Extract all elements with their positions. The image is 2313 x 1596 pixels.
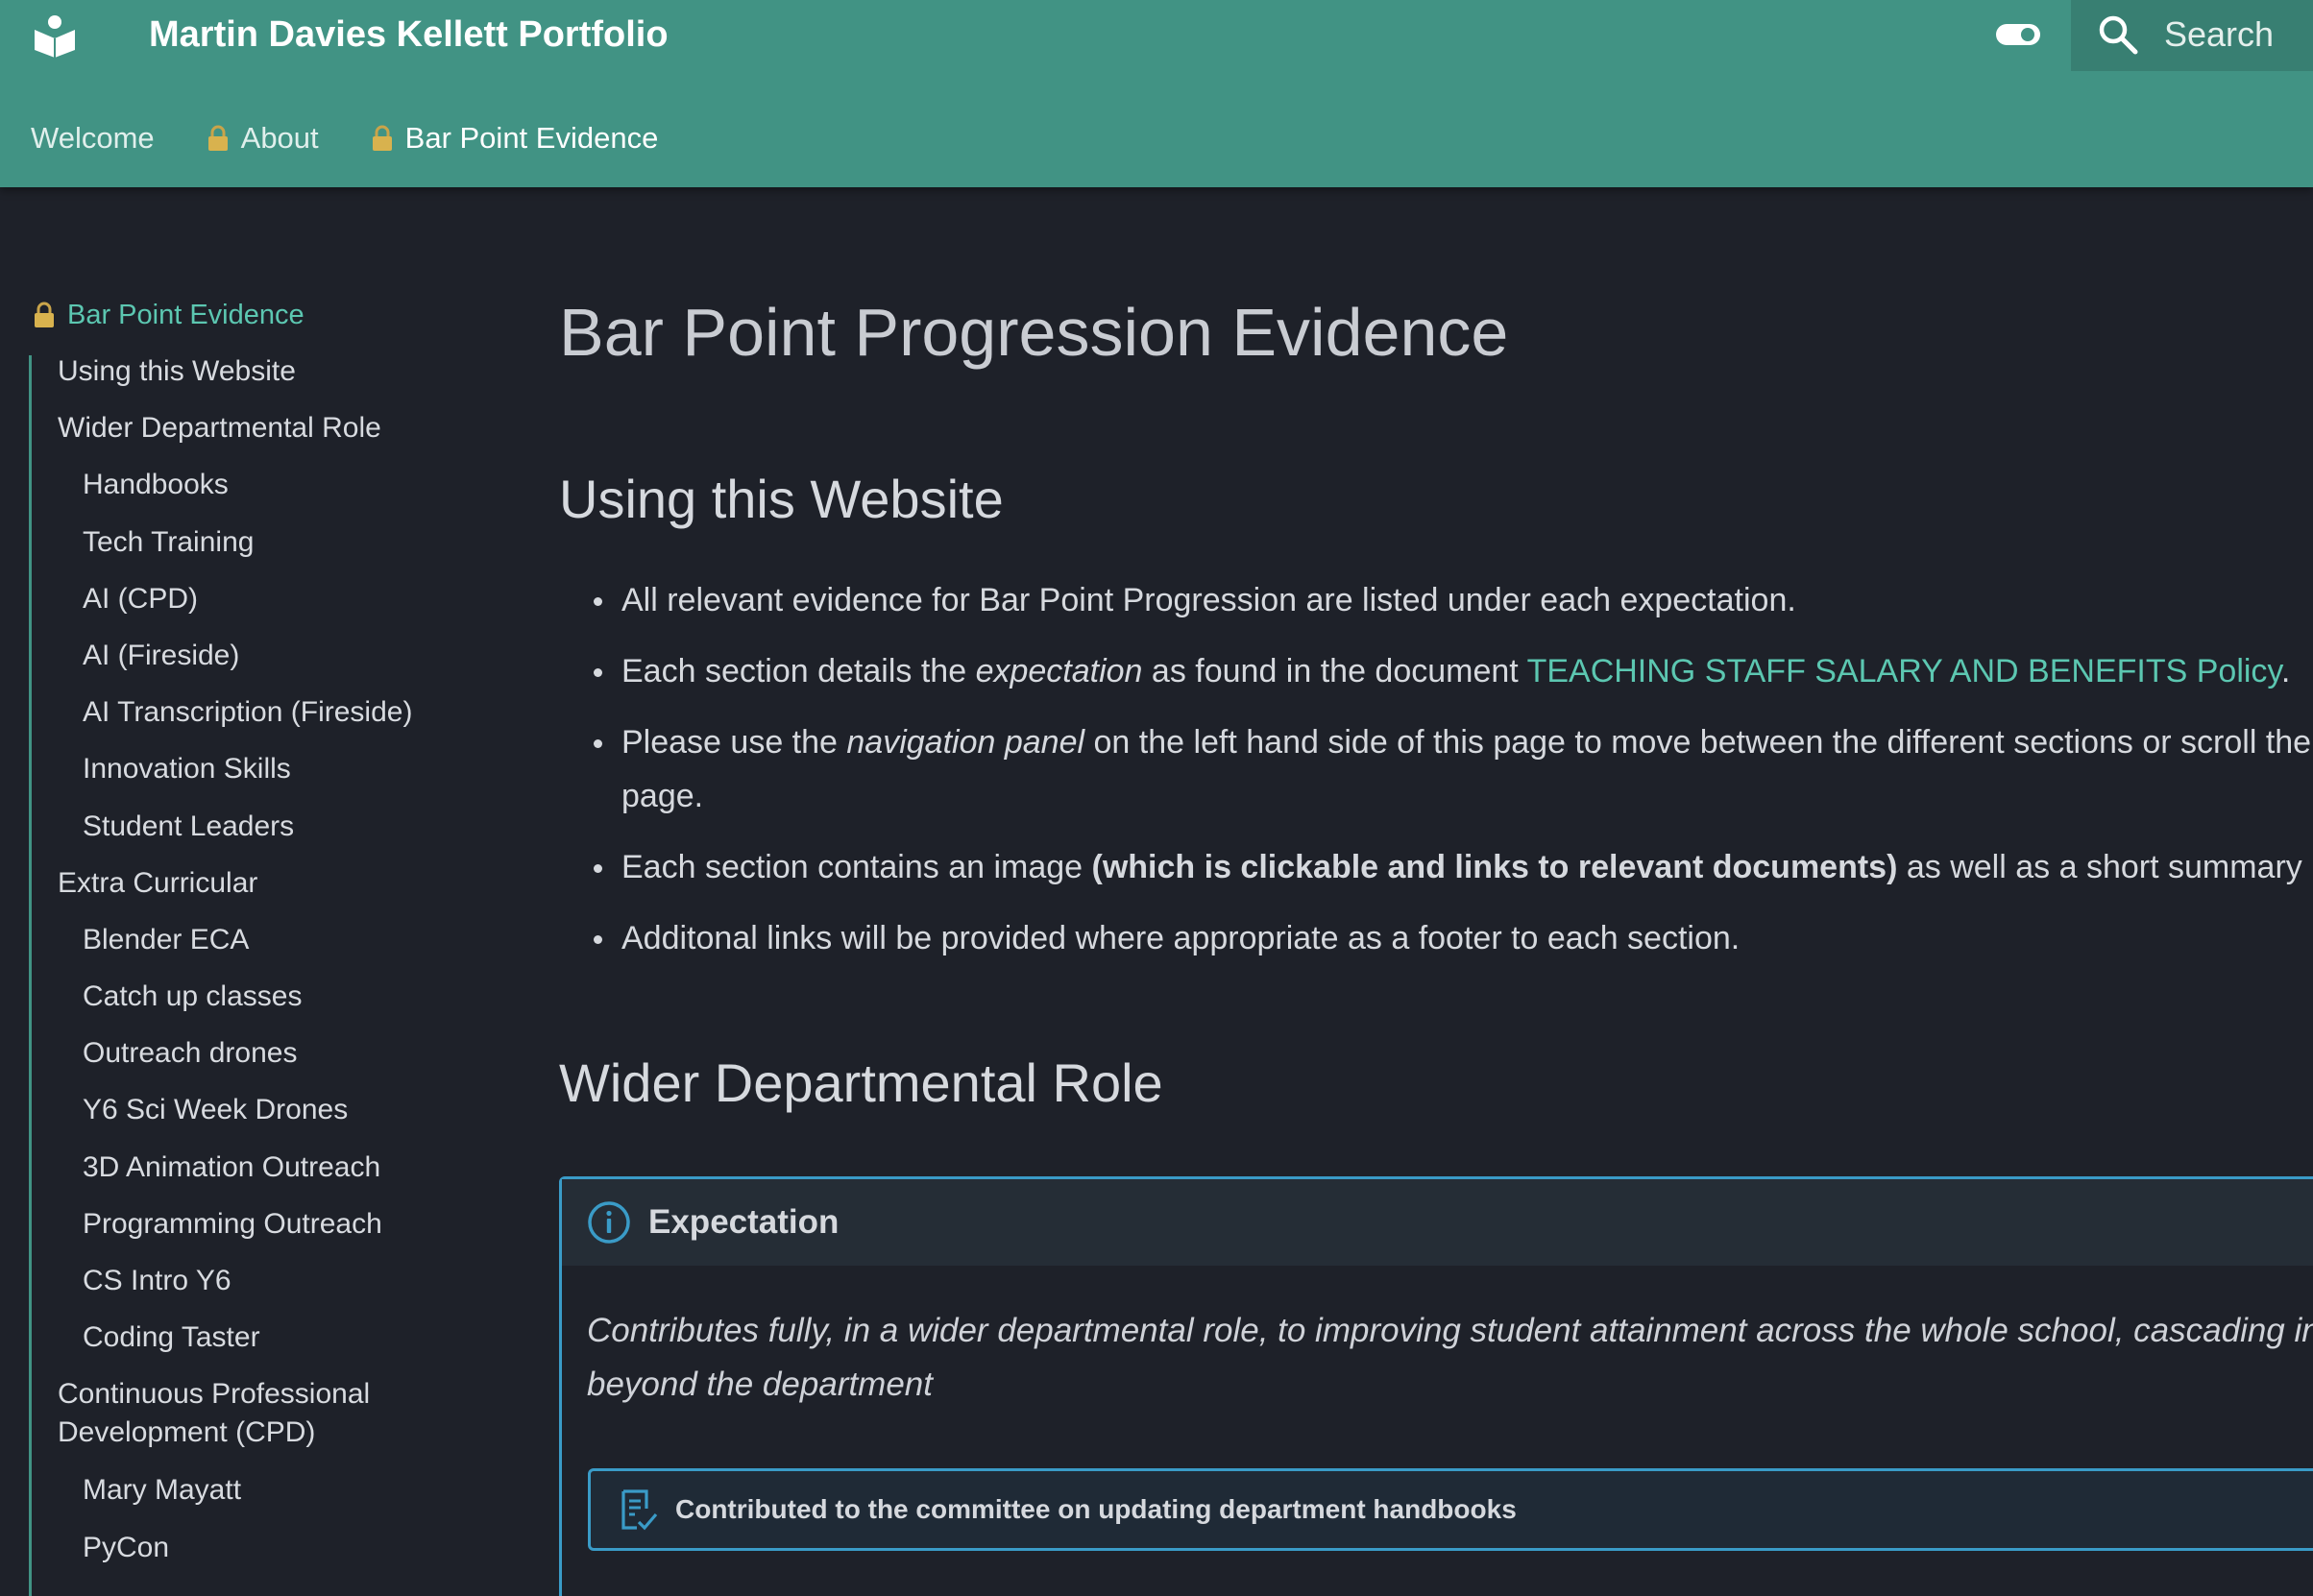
search-box[interactable]: Search <box>2071 0 2313 71</box>
sidebar-item[interactable]: Mary Mayatt <box>58 1471 509 1510</box>
list-item: Each section contains an image (which is… <box>559 840 2313 894</box>
sidebar-nav: Bar Point Evidence Using this Website Wi… <box>0 187 519 1596</box>
info-bullet-list: All relevant evidence for Bar Point Prog… <box>559 573 2313 982</box>
list-item-text: Please use the <box>621 724 847 761</box>
list-item-text: as found in the document <box>1142 653 1527 689</box>
site-title[interactable]: Martin Davies Kellett Portfolio <box>149 12 669 58</box>
sidebar-item[interactable]: CS Intro Y6 <box>58 1262 509 1300</box>
tab-label: Bar Point Evidence <box>404 121 659 155</box>
sidebar-item[interactable]: Programming Outreach <box>58 1205 509 1244</box>
list-item: Please use the navigation panel on the l… <box>559 715 2313 823</box>
strong-text: (which is clickable and links to relevan… <box>1091 849 1898 885</box>
admonition-body: Contributes fully, in a wider department… <box>587 1312 2313 1403</box>
tab-welcome[interactable]: Welcome <box>31 115 155 161</box>
sidebar-item[interactable]: PyCon <box>58 1529 509 1567</box>
info-icon <box>588 1201 630 1244</box>
admonition-title: Expectation <box>648 1203 840 1241</box>
list-item-text: Each section contains an image <box>621 849 1092 885</box>
tab-label: Welcome <box>31 121 155 155</box>
evidence-admonition[interactable]: Contributed to the committee on updating… <box>588 1468 2313 1551</box>
sidebar-item[interactable]: Extra Curricular <box>58 864 509 903</box>
top-header: Martin Davies Kellett Portfolio Search W… <box>0 0 2313 187</box>
sidebar-item[interactable]: Blender ECA <box>58 921 509 959</box>
lock-icon <box>372 125 392 151</box>
section-heading: Using this Website <box>559 469 1004 529</box>
sidebar-item[interactable]: Tech Training <box>58 523 509 562</box>
sidebar-item[interactable]: AI Transcription (Fireside) <box>58 693 509 732</box>
expectation-admonition: Expectation Contributes fully, in a wide… <box>559 1176 2313 1596</box>
list-item-text: as well as a short summary <box>1897 849 2302 885</box>
tab-bar-point-evidence[interactable]: Bar Point Evidence <box>371 115 659 161</box>
tab-label: About <box>240 121 319 155</box>
list-item: Each section details the expectation as … <box>559 644 2313 698</box>
evidence-title: Contributed to the committee on updating… <box>675 1494 1517 1524</box>
section-heading: Wider Departmental Role <box>559 1052 1163 1113</box>
sidebar-item[interactable]: Innovation Skills <box>58 750 509 788</box>
list-item: All relevant evidence for Bar Point Prog… <box>559 573 2313 627</box>
sidebar-item[interactable]: AI (CPD) <box>58 580 509 618</box>
emphasis-text: navigation panel <box>846 724 1085 761</box>
main-content: Bar Point Progression Evidence Using thi… <box>559 187 2313 1596</box>
book-open-icon[interactable] <box>33 13 77 58</box>
sidebar-divider <box>29 355 32 1596</box>
sidebar-item[interactable]: Using this Website <box>58 352 509 391</box>
sidebar-item[interactable]: Student Leaders <box>58 808 509 846</box>
sidebar-item[interactable]: Y6 Sci Week Drones <box>58 1091 509 1129</box>
sidebar-item[interactable]: Outreach drones <box>58 1034 509 1073</box>
top-tabs: Welcome About Bar Point Evidence <box>31 115 710 161</box>
sidebar-root-link[interactable]: Bar Point Evidence <box>33 296 304 334</box>
sidebar-item[interactable]: Catch up classes <box>58 978 509 1016</box>
page-title: Bar Point Progression Evidence <box>559 295 1509 370</box>
list-item-text: Each section details the <box>621 653 976 689</box>
policy-link[interactable]: TEACHING STAFF SALARY AND BENEFITS Polic… <box>1527 653 2281 689</box>
search-input[interactable]: Search <box>2164 13 2274 56</box>
emphasis-text: expectation <box>975 653 1143 689</box>
sidebar-item[interactable]: Continuous Professional Development (CPD… <box>58 1375 509 1452</box>
tab-about[interactable]: About <box>207 115 319 161</box>
sidebar-item[interactable]: Wider Departmental Role <box>58 409 509 447</box>
sidebar-root-label: Bar Point Evidence <box>67 300 304 330</box>
sidebar-list: Using this Website Wider Departmental Ro… <box>58 352 509 1585</box>
list-item: Additonal links will be provided where a… <box>559 911 2313 965</box>
sidebar-item[interactable]: AI (Fireside) <box>58 637 509 675</box>
list-item-text: Additonal links will be provided where a… <box>621 920 1741 956</box>
search-icon <box>2099 15 2138 55</box>
sidebar-item[interactable]: Handbooks <box>58 466 509 504</box>
toggle-switch-icon[interactable] <box>1995 21 2041 48</box>
checklist-icon <box>621 1489 658 1531</box>
sidebar-item[interactable]: Coding Taster <box>58 1318 509 1357</box>
sidebar-item[interactable]: 3D Animation Outreach <box>58 1149 509 1187</box>
lock-icon <box>35 302 54 327</box>
list-item-text: . <box>2280 653 2291 689</box>
admonition-header[interactable]: Expectation <box>562 1179 2313 1266</box>
list-item-text: All relevant evidence for Bar Point Prog… <box>621 582 1796 618</box>
lock-icon <box>207 125 228 151</box>
